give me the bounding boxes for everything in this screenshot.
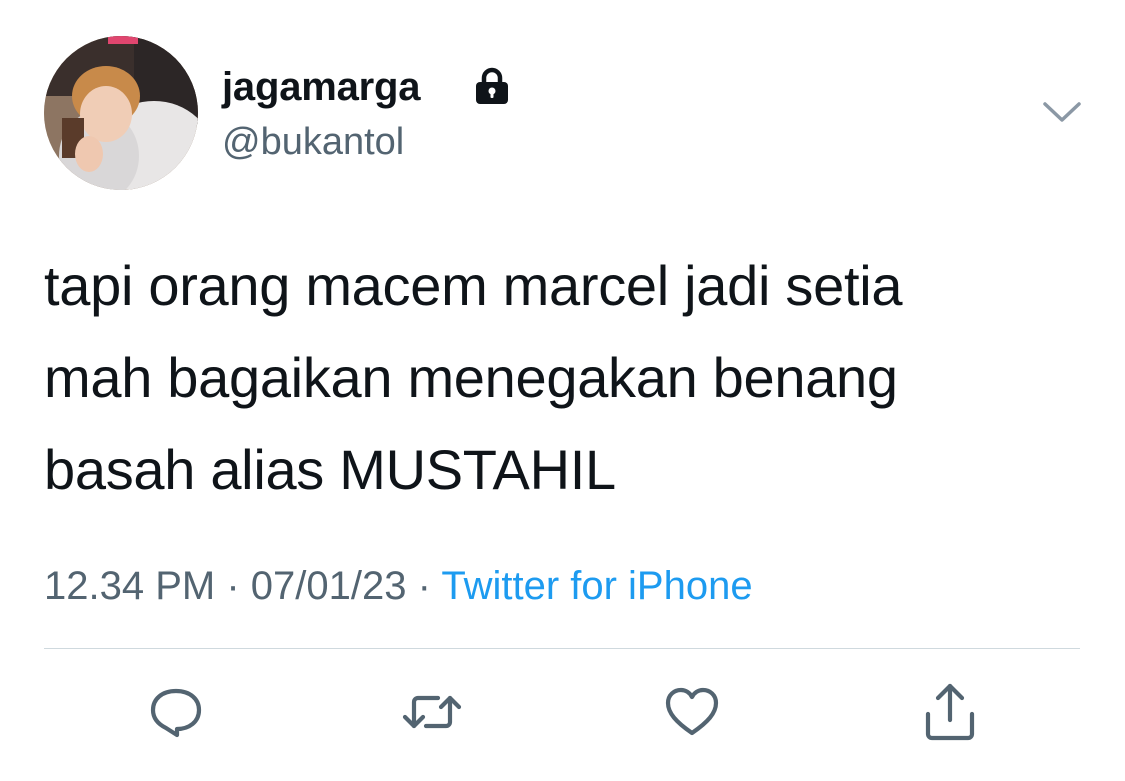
tweet-detail: jagamarga @bukantol tapi orang macem mar… — [0, 0, 1125, 781]
retweet-icon — [402, 695, 462, 729]
tweet-meta: 12.34 PM · 07/01/23 · Twitter for iPhone — [44, 560, 753, 612]
tweet-text-line: mah bagaikan menegakan benang — [44, 346, 898, 409]
tweet-text-line: basah alias MUSTAHIL — [44, 438, 616, 501]
profile-photo-icon — [44, 36, 198, 190]
display-name[interactable]: jagamarga — [222, 62, 421, 112]
meta-separator: · — [226, 564, 240, 608]
like-button[interactable] — [660, 680, 724, 744]
tweet-text-line: tapi orang macem marcel jadi setia — [44, 254, 903, 317]
tweet-date[interactable]: 07/01/23 — [251, 564, 407, 608]
tweet-source-link[interactable]: Twitter for iPhone — [441, 564, 752, 608]
reply-button[interactable] — [144, 680, 208, 744]
heart-icon — [665, 687, 719, 736]
chevron-down-icon[interactable] — [1041, 98, 1083, 128]
tweet-text: tapi orang macem marcel jadi setia mah b… — [44, 240, 1074, 516]
user-handle[interactable]: @bukantol — [222, 118, 404, 166]
avatar[interactable] — [44, 36, 198, 190]
tweet-time[interactable]: 12.34 PM — [44, 564, 215, 608]
reply-icon — [150, 688, 202, 738]
meta-separator: · — [417, 564, 431, 608]
retweet-button[interactable] — [400, 680, 464, 744]
share-icon — [925, 683, 975, 741]
divider — [44, 648, 1080, 649]
share-button[interactable] — [918, 680, 982, 744]
lock-icon — [476, 67, 508, 104]
